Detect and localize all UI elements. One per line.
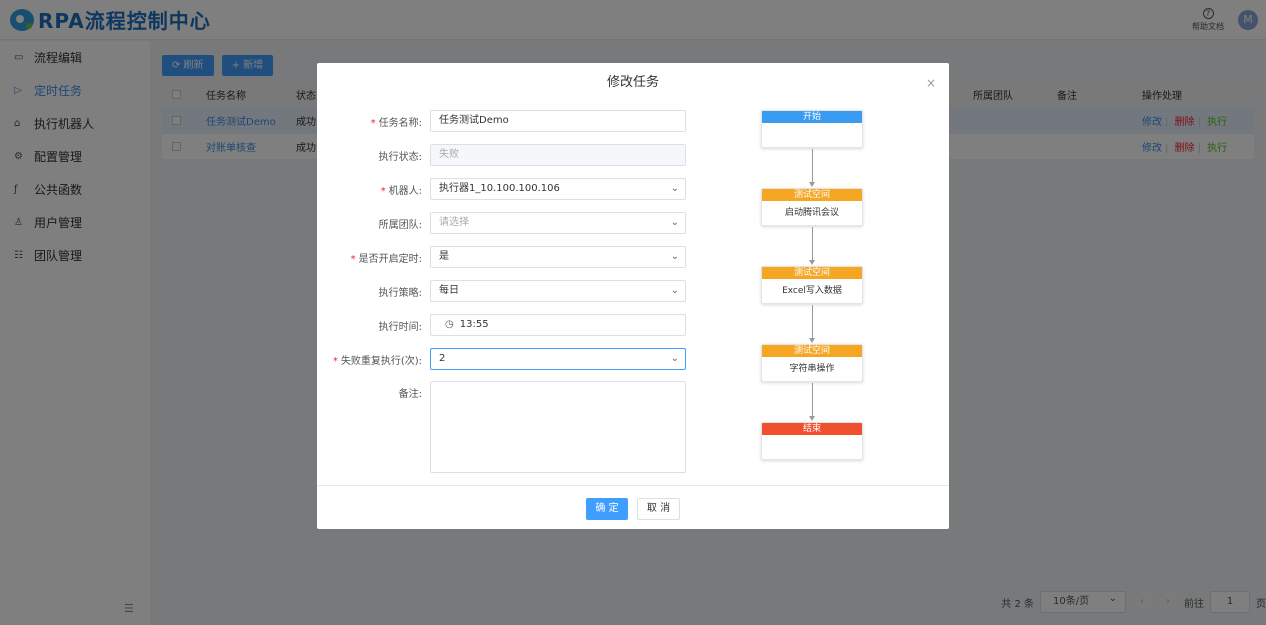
flow-connector [809,149,815,187]
exec-time-value: 13:55 [459,319,489,330]
flow-node-title: 测试空间 [762,189,862,201]
close-icon[interactable]: × [926,76,936,90]
dialog-footer: 确 定 取 消 [317,485,949,529]
chevron-down-icon: ⌄ [670,217,679,228]
flow-node-end[interactable]: 结束 [761,422,863,460]
label-exec-status: 执行状态: [378,151,422,163]
flow-node-body: 启动腾讯会议 [784,208,839,218]
strategy-select[interactable]: 每日 ⌄ [430,280,686,302]
exec-time-picker[interactable]: ◷ 13:55 [430,314,686,336]
flow-node-title: 测试空间 [762,345,862,357]
schedule-on-select[interactable]: 是 ⌄ [430,246,686,268]
chevron-down-icon: ⌄ [670,353,679,364]
retry-value: 2 [439,353,446,364]
flow-node-body: Excel写入数据 [782,286,842,296]
chevron-down-icon: ⌄ [670,285,679,296]
confirm-button[interactable]: 确 定 [586,498,628,520]
flow-connector [809,383,815,421]
flow-connector [809,305,815,343]
strategy-value: 每日 [439,285,459,296]
team-select[interactable]: 请选择 ⌄ [430,212,686,234]
label-remark: 备注: [398,389,422,400]
flow-connector [809,227,815,265]
cancel-button[interactable]: 取 消 [637,498,680,520]
clock-icon: ◷ [445,319,454,330]
robot-select[interactable]: 执行器1_10.100.100.106 ⌄ [430,178,686,200]
label-robot: 机器人: [388,185,422,197]
robot-select-value: 执行器1_10.100.100.106 [439,183,560,194]
chevron-down-icon: ⌄ [670,183,679,194]
required-mark: * [332,355,338,367]
flow-node-body [762,123,862,147]
required-mark: * [380,185,386,197]
chevron-down-icon: ⌄ [670,251,679,262]
exec-status-input: 失败 [430,144,686,166]
retry-select[interactable]: 2 ⌄ [430,348,686,370]
task-name-input[interactable]: 任务测试Demo [430,110,686,132]
flow-node-step[interactable]: 测试空间 启动腾讯会议 [761,188,863,226]
flow-node-start[interactable]: 开始 [761,110,863,148]
schedule-on-value: 是 [439,251,449,262]
flow-node-step[interactable]: 测试空间 字符串操作 [761,344,863,382]
flow-node-title: 结束 [762,423,862,435]
edit-task-dialog: 修改任务 × * 任务名称: 任务测试Demo 执行状态: 失败 * 机器人: 执行… [317,63,949,529]
team-select-placeholder: 请选择 [439,217,469,228]
flow-node-body: 字符串操作 [789,364,835,374]
flow-node-title: 开始 [762,111,862,123]
flow-node-step[interactable]: 测试空间 Excel写入数据 [761,266,863,304]
label-schedule-on: 是否开启定时: [358,253,422,265]
label-team: 所属团队: [378,219,422,231]
label-retry: 失败重复执行(次): [340,355,422,367]
required-mark: * [370,117,376,129]
flow-node-body [762,435,862,459]
label-strategy: 执行策略: [378,287,422,299]
required-mark: * [350,253,356,265]
remark-textarea[interactable] [430,381,686,473]
label-exec-time: 执行时间: [378,321,422,333]
process-flow-diagram: 开始 测试空间 启动腾讯会议 测试空间 Excel写入数据 测试空间 字符串操作… [761,110,863,470]
flow-node-title: 测试空间 [762,267,862,279]
label-task-name: 任务名称: [378,117,422,129]
dialog-title: 修改任务 [606,75,659,90]
